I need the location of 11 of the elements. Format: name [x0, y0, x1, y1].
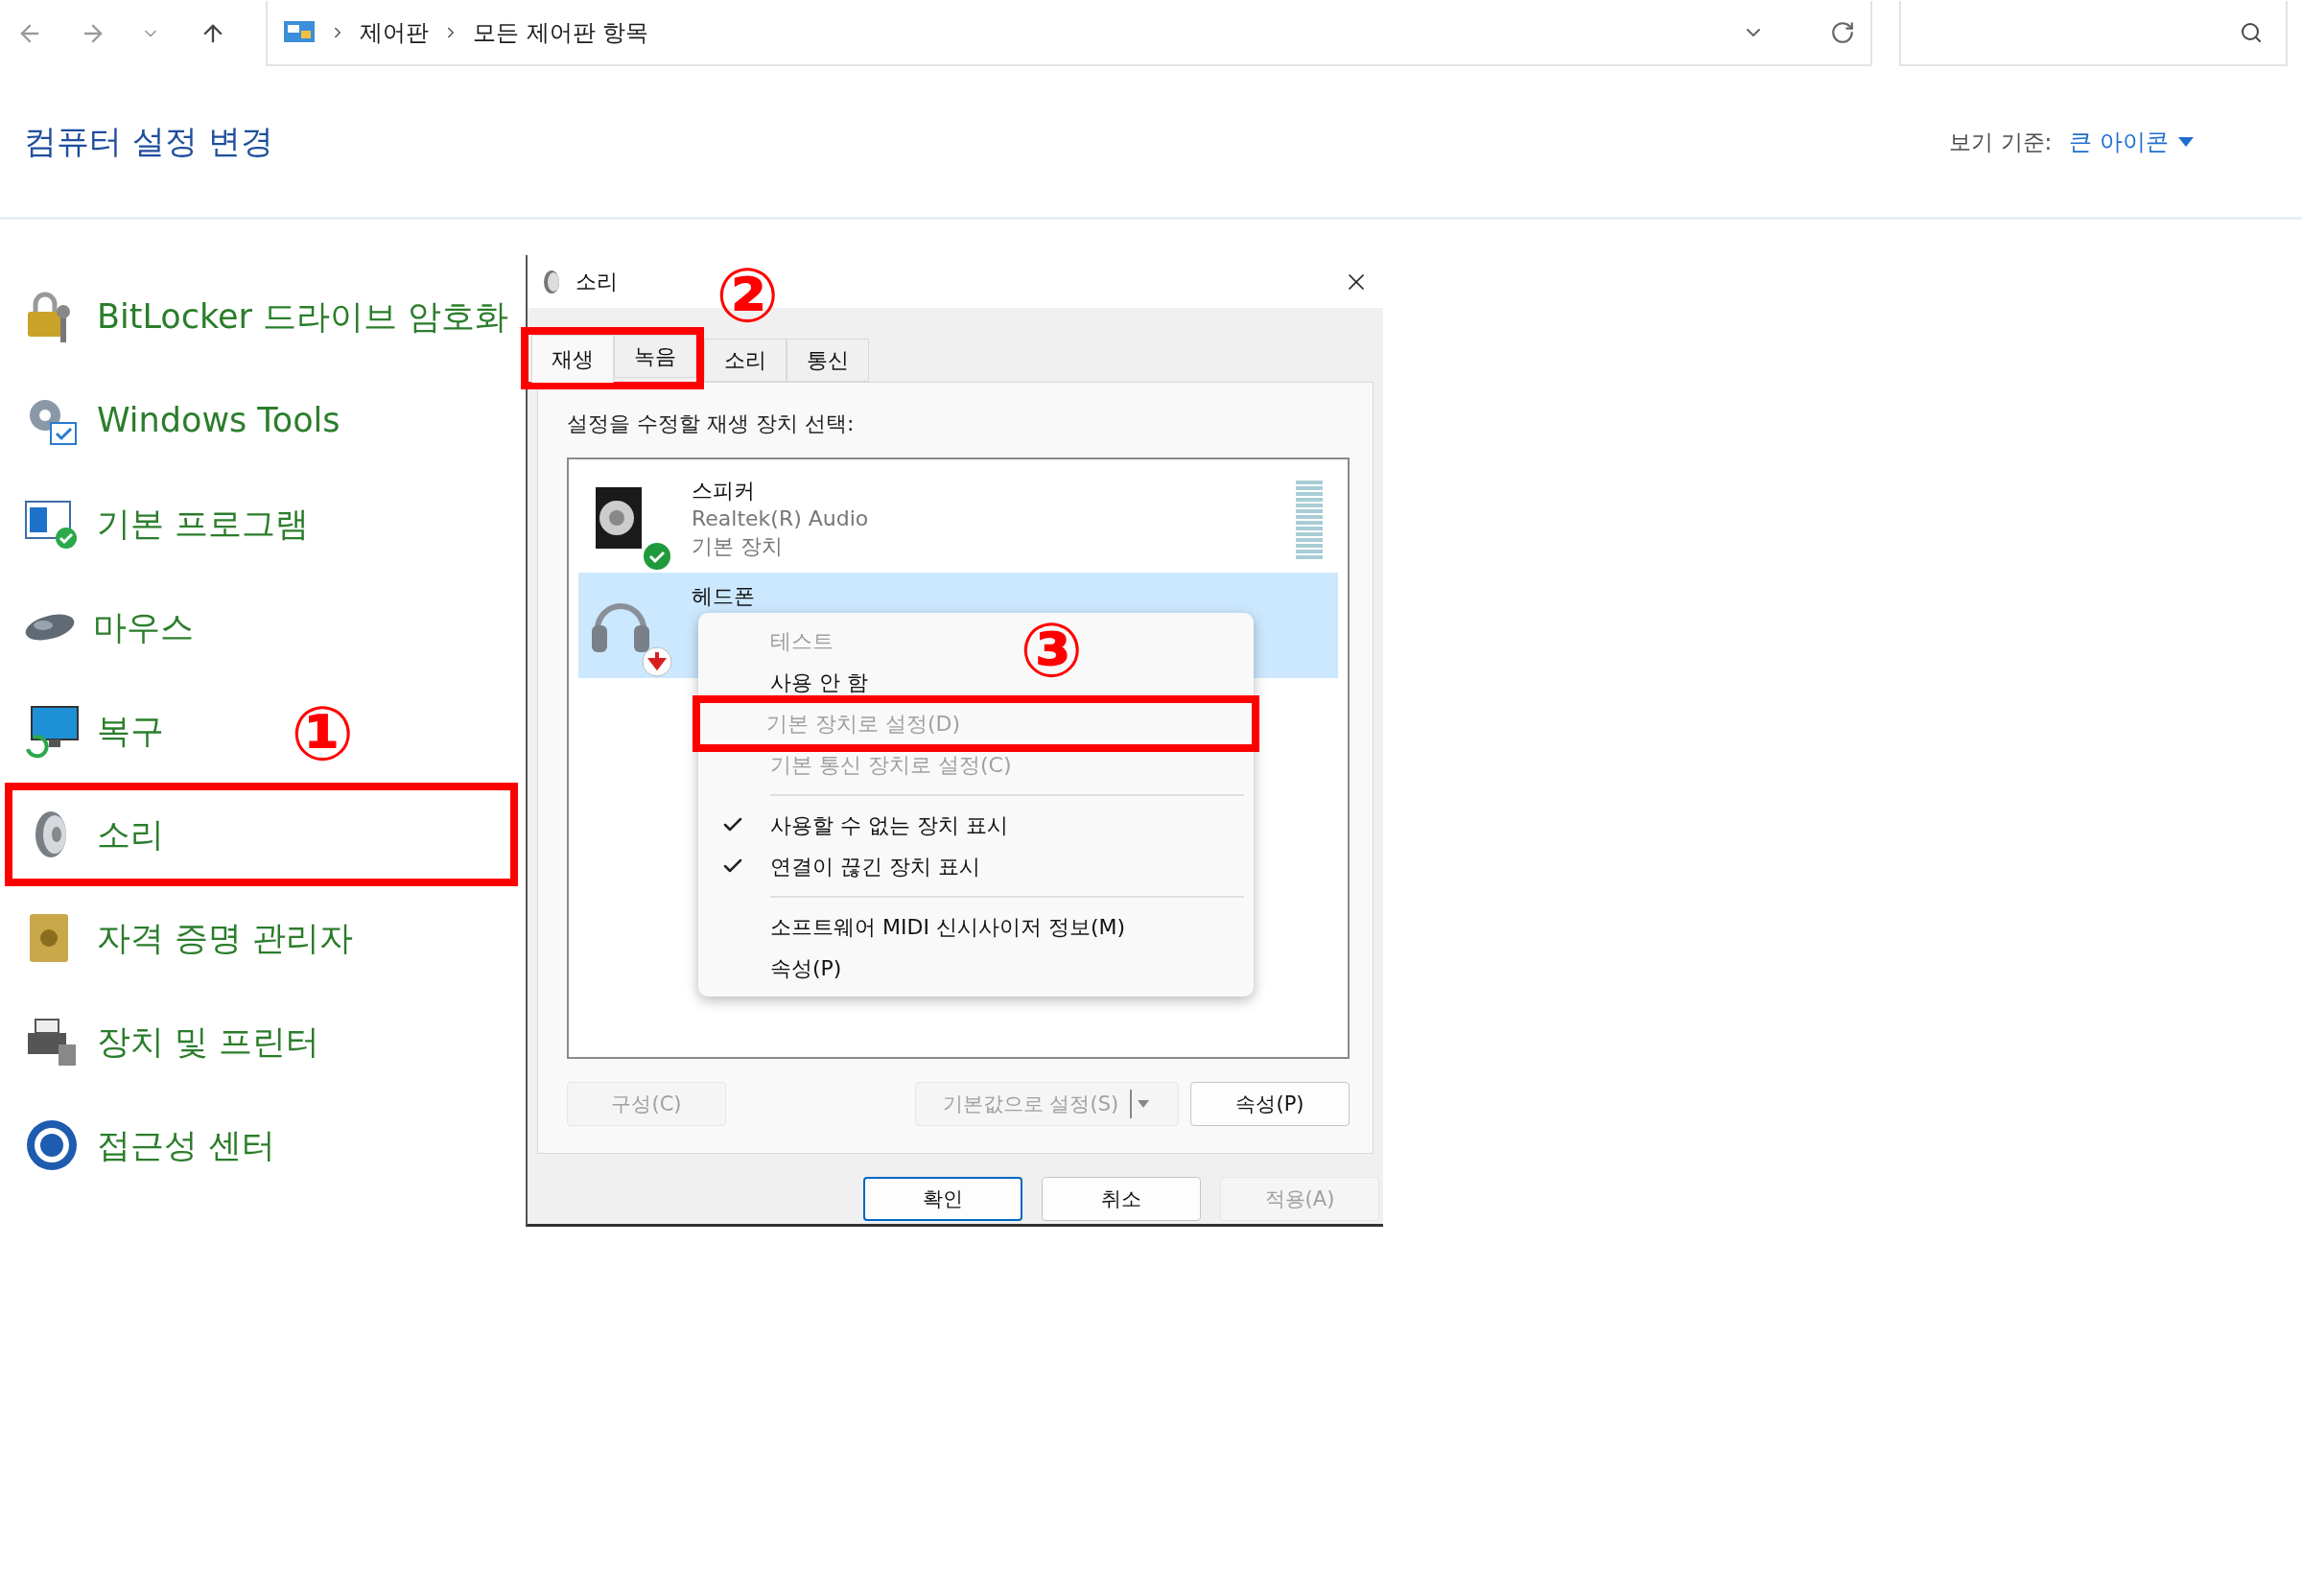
device-status: 기본 장치 [692, 533, 784, 560]
view-by-label: 보기 기준: [1949, 128, 2053, 156]
device-driver: Realtek(R) Audio [692, 505, 870, 532]
device-name: 스피커 [692, 478, 756, 505]
step-number: ① [291, 696, 355, 771]
page-title: 컴퓨터 설정 변경 [24, 121, 274, 162]
step-number: ③ [1020, 613, 1084, 688]
step-number: ② [716, 258, 780, 333]
dialog-title: 소리 [576, 268, 618, 295]
device-name: 헤드폰 [692, 583, 756, 610]
instruction-text: 설정을 수정할 재생 장치 선택: [567, 411, 856, 437]
